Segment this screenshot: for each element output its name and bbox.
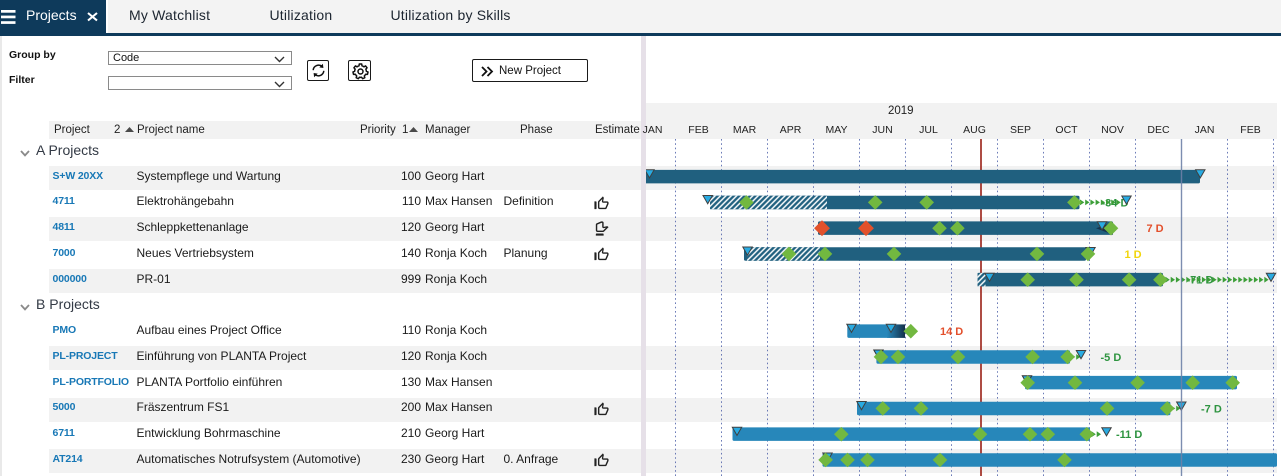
svg-text:-5 D: -5 D — [1101, 352, 1122, 364]
svg-text:1 D: 1 D — [1125, 249, 1142, 261]
svg-text:-11 D: -11 D — [1116, 429, 1142, 441]
svg-text:7 D: 7 D — [1147, 223, 1164, 235]
svg-text:14 D: 14 D — [940, 326, 963, 338]
svg-text:-7 D: -7 D — [1201, 403, 1222, 415]
